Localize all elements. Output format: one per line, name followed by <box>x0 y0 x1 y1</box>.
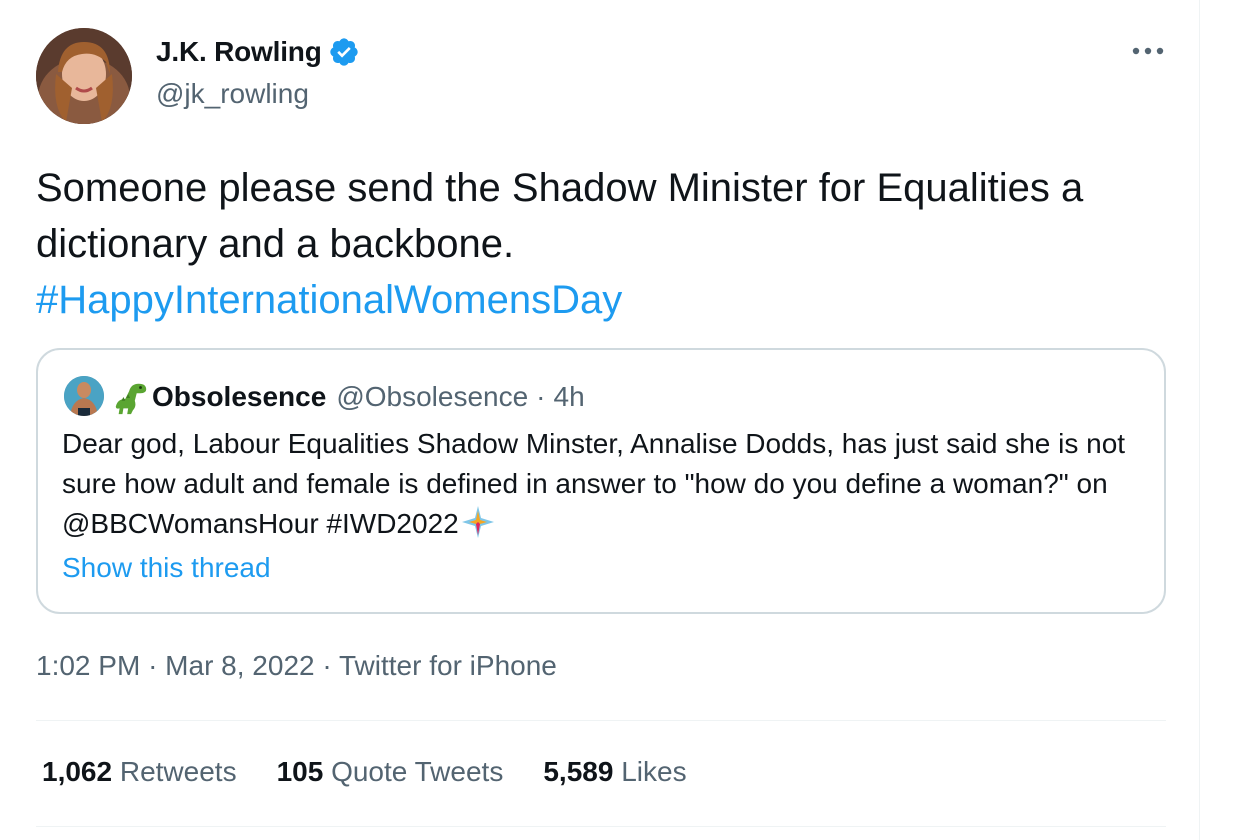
likes-count: 5,589 <box>543 756 614 787</box>
quote-tweets-count: 105 <box>276 756 324 787</box>
source-separator: · <box>322 650 332 681</box>
quoted-header: Obsolesence @Obsolesence · 4h <box>112 378 585 416</box>
retweets-label: Retweets <box>119 756 237 787</box>
divider <box>36 826 1166 827</box>
timestamp-separator: · <box>148 650 158 681</box>
quoted-author-name[interactable]: Obsolesence <box>152 381 326 413</box>
author-name-row: J.K. Rowling <box>156 36 360 68</box>
likes-stat[interactable]: 5,589 Likes <box>543 756 686 788</box>
dinosaur-emoji-icon <box>115 383 147 415</box>
tweet-time[interactable]: 1:02 PM <box>36 650 140 681</box>
author-handle[interactable]: @jk_rowling <box>156 78 309 110</box>
quoted-separator: · <box>536 381 546 412</box>
tweet-body: Someone please send the Shadow Minister … <box>36 166 1084 266</box>
author-name[interactable]: J.K. Rowling <box>156 36 322 68</box>
quoted-tweet-card[interactable]: Obsolesence @Obsolesence · 4h Dear god, … <box>36 348 1166 614</box>
sparkle-emoji-icon <box>461 506 494 538</box>
author-avatar[interactable] <box>36 28 132 124</box>
divider <box>36 720 1166 721</box>
more-options-icon[interactable] <box>1128 36 1168 66</box>
quote-tweets-label: Quote Tweets <box>331 756 504 787</box>
show-thread-link[interactable]: Show this thread <box>62 552 271 584</box>
tweet-text: Someone please send the Shadow Minister … <box>36 160 1116 328</box>
quoted-author-handle[interactable]: @Obsolesence <box>336 381 528 413</box>
engagement-stats: 1,062 Retweets 105 Quote Tweets 5,589 Li… <box>42 756 727 788</box>
quoted-time[interactable]: 4h <box>554 381 585 413</box>
column-border <box>1199 0 1200 840</box>
quoted-text: Dear god, Labour Equalities Shadow Minst… <box>62 424 1142 544</box>
retweets-count: 1,062 <box>42 756 113 787</box>
tweet-hashtag-link[interactable]: #HappyInternationalWomensDay <box>36 278 622 322</box>
quote-tweets-stat[interactable]: 105 Quote Tweets <box>277 756 504 788</box>
likes-label: Likes <box>621 756 687 787</box>
quoted-author-avatar[interactable] <box>64 376 104 416</box>
tweet-date[interactable]: Mar 8, 2022 <box>165 650 314 681</box>
tweet-source[interactable]: Twitter for iPhone <box>339 650 557 681</box>
tweet-timestamp-row: 1:02 PM · Mar 8, 2022 · Twitter for iPho… <box>36 650 557 682</box>
retweets-stat[interactable]: 1,062 Retweets <box>42 756 237 788</box>
quoted-body: Dear god, Labour Equalities Shadow Minst… <box>62 428 1126 539</box>
verified-badge-icon <box>329 38 358 66</box>
